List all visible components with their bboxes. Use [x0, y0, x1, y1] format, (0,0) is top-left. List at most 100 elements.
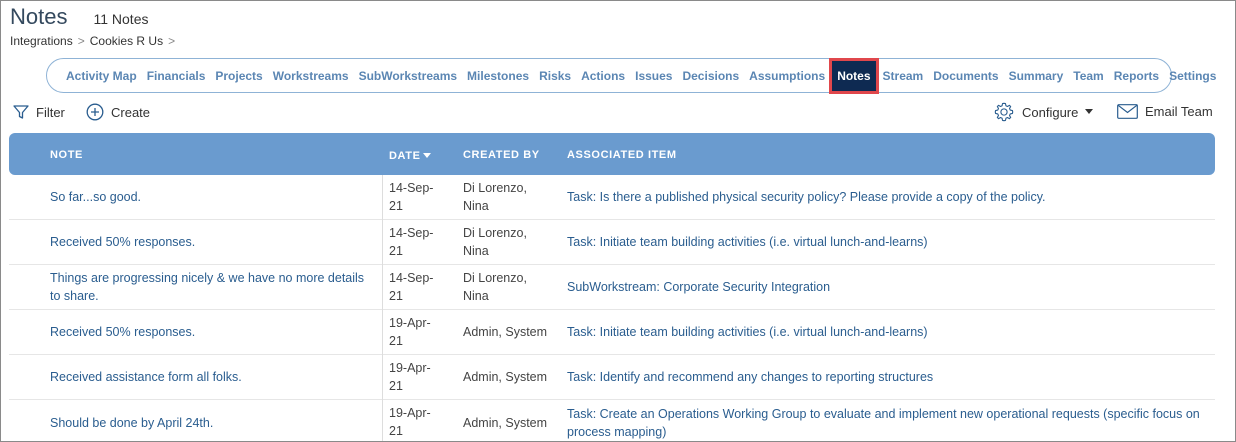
page-title: Notes: [10, 4, 68, 29]
toolbar: Filter Create Configure Email Team: [1, 101, 1235, 125]
associated-item-link[interactable]: Task: Identify and recommend any changes…: [567, 368, 1212, 386]
note-text[interactable]: Things are progressing nicely & we have …: [50, 269, 370, 305]
nav-item-reports[interactable]: Reports: [1109, 67, 1164, 85]
table-row[interactable]: Received 50% responses. 14-Sep- 21 Di Loren…: [9, 220, 1215, 265]
create-button[interactable]: Create: [86, 103, 150, 121]
nav-item-stream[interactable]: Stream: [878, 67, 929, 85]
header: Notes 11 Notes: [10, 4, 148, 30]
date-cell: 14-Sep- 21: [382, 175, 446, 220]
date-text: 21: [389, 289, 403, 303]
notes-table-body: So far...so good. 14-Sep- 21 Di Lorenzo, Nin…: [9, 175, 1215, 441]
column-header-associated-item[interactable]: ASSOCIATED ITEM: [567, 149, 677, 161]
configure-button[interactable]: Configure: [993, 101, 1094, 123]
date-cell: 19-Apr- 21: [382, 355, 446, 400]
created-by-text: Admin, System: [463, 325, 548, 339]
column-header-created-by[interactable]: CREATED BY: [463, 149, 540, 161]
created-by-cell: Admin, System: [463, 414, 555, 432]
chevron-down-icon: [1085, 109, 1094, 115]
nav-item-milestones[interactable]: Milestones: [462, 67, 534, 85]
nav-item-workstreams[interactable]: Workstreams: [268, 67, 354, 85]
date-text: 14-Sep-: [389, 181, 434, 195]
table-row[interactable]: Things are progressing nicely & we have …: [9, 265, 1215, 310]
table-row[interactable]: So far...so good. 14-Sep- 21 Di Lorenzo, Nin…: [9, 175, 1215, 220]
filter-button[interactable]: Filter: [13, 104, 65, 120]
table-row[interactable]: Received assistance form all folks. 19-Ap…: [9, 355, 1215, 400]
nav-item-summary[interactable]: Summary: [1004, 67, 1069, 85]
envelope-icon: [1117, 104, 1138, 119]
note-text[interactable]: So far...so good.: [50, 188, 370, 206]
note-count: 11 Notes: [93, 11, 149, 27]
note-text[interactable]: Received 50% responses.: [50, 323, 370, 341]
nav-item-assumptions[interactable]: Assumptions: [744, 67, 830, 85]
filter-label: Filter: [36, 104, 65, 120]
nav-item-risks[interactable]: Risks: [534, 67, 576, 85]
date-cell: 14-Sep- 21: [382, 220, 446, 265]
associated-item-link[interactable]: Task: Initiate team building activities …: [567, 323, 1212, 341]
created-by-cell: Di Lorenzo, Nina: [463, 179, 555, 215]
nav-item-notes[interactable]: Notes: [829, 57, 879, 94]
breadcrumb-item-cookies-r-us[interactable]: Cookies R Us: [90, 34, 163, 48]
nav-item-decisions[interactable]: Decisions: [677, 67, 744, 85]
module-nav: Activity Map Financials Projects Workstream…: [46, 57, 1216, 94]
create-label: Create: [111, 104, 151, 120]
created-by-cell: Admin, System: [463, 368, 555, 386]
date-text: 21: [389, 379, 403, 393]
column-header-note[interactable]: NOTE: [50, 149, 83, 161]
column-header-date-label: DATE: [389, 150, 421, 162]
created-by-text: Nina: [463, 289, 489, 303]
created-by-cell: Di Lorenzo, Nina: [463, 224, 555, 260]
date-text: 21: [389, 424, 403, 438]
nav-item-documents[interactable]: Documents: [928, 67, 1003, 85]
note-text[interactable]: Received assistance form all folks.: [50, 368, 370, 386]
created-by-text: Nina: [463, 244, 489, 258]
caret-down-icon: [422, 149, 431, 161]
created-by-text: Nina: [463, 199, 489, 213]
nav-item-actions[interactable]: Actions: [576, 67, 630, 85]
date-text: 19-Apr-: [389, 406, 431, 420]
date-text: 21: [389, 199, 403, 213]
email-team-button[interactable]: Email Team: [1117, 104, 1213, 119]
date-cell: 19-Apr- 21: [382, 400, 446, 441]
associated-item-link[interactable]: Task: Create an Operations Working Group…: [567, 405, 1212, 441]
date-text: 21: [389, 334, 403, 348]
nav-item-financials[interactable]: Financials: [142, 67, 211, 85]
breadcrumb-separator: >: [77, 34, 85, 48]
table-header: NOTE DATE CREATED BY ASSOCIATED ITEM: [9, 133, 1215, 175]
note-text[interactable]: Received 50% responses.: [50, 233, 370, 251]
notes-page: Notes 11 Notes Integrations > Cookies R …: [0, 0, 1236, 442]
gear-icon: [993, 101, 1015, 123]
created-by-text: Di Lorenzo,: [463, 181, 527, 195]
nav-item-issues[interactable]: Issues: [630, 67, 677, 85]
created-by-text: Di Lorenzo,: [463, 226, 527, 240]
associated-item-link[interactable]: Task: Is there a published physical secu…: [567, 188, 1212, 206]
created-by-cell: Admin, System: [463, 323, 555, 341]
nav-item-subworkstreams[interactable]: SubWorkstreams: [354, 67, 462, 85]
breadcrumb-separator: >: [168, 34, 176, 48]
created-by-cell: Di Lorenzo, Nina: [463, 269, 555, 305]
configure-label: Configure: [1022, 104, 1079, 120]
date-text: 19-Apr-: [389, 361, 431, 375]
breadcrumb-item-integrations[interactable]: Integrations: [10, 34, 73, 48]
date-cell: 19-Apr- 21: [382, 310, 446, 355]
note-text[interactable]: Should be done by April 24th.: [50, 414, 370, 432]
created-by-text: Admin, System: [463, 370, 548, 384]
email-team-label: Email Team: [1145, 104, 1213, 119]
created-by-text: Di Lorenzo,: [463, 271, 527, 285]
associated-item-link[interactable]: SubWorkstream: Corporate Security Integr…: [567, 278, 1212, 296]
nav-item-activity-map[interactable]: Activity Map: [61, 67, 142, 85]
date-text: 14-Sep-: [389, 226, 434, 240]
filter-icon: [13, 104, 29, 120]
created-by-text: Admin, System: [463, 416, 548, 430]
date-text: 14-Sep-: [389, 271, 434, 285]
table-row[interactable]: Should be done by April 24th. 19-Apr- 21 Ad…: [9, 400, 1215, 441]
date-text: 19-Apr-: [389, 316, 431, 330]
column-header-date[interactable]: DATE: [389, 149, 431, 162]
associated-item-link[interactable]: Task: Initiate team building activities …: [567, 233, 1212, 251]
nav-item-settings[interactable]: Settings: [1164, 67, 1221, 85]
date-text: 21: [389, 244, 403, 258]
breadcrumb: Integrations > Cookies R Us >: [10, 34, 175, 48]
table-row[interactable]: Received 50% responses. 19-Apr- 21 Admin, S…: [9, 310, 1215, 355]
nav-item-projects[interactable]: Projects: [210, 67, 267, 85]
nav-item-team[interactable]: Team: [1068, 67, 1108, 85]
date-cell: 14-Sep- 21: [382, 265, 446, 310]
